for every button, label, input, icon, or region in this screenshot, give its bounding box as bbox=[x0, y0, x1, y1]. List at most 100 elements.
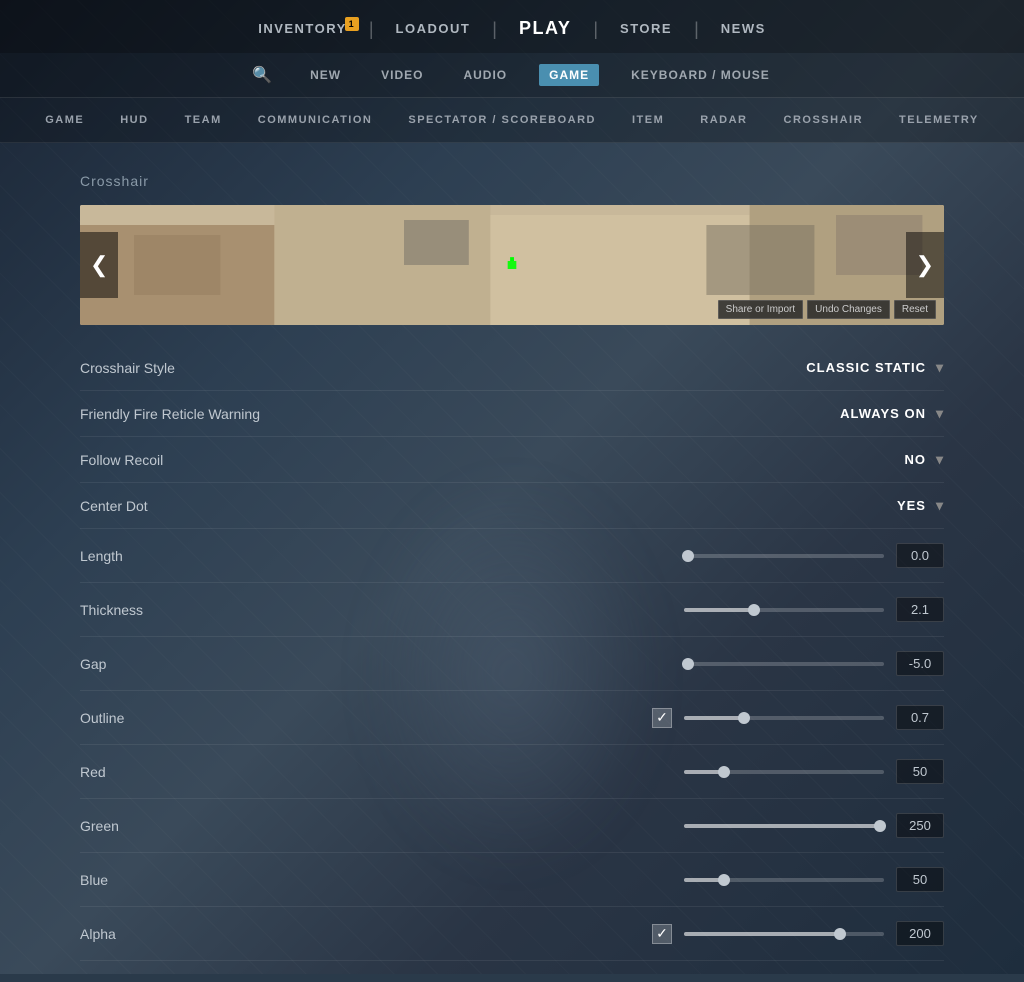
red-slider-thumb[interactable] bbox=[718, 766, 730, 778]
thickness-slider-container: 2.1 bbox=[360, 597, 944, 622]
nav-play-label: PLAY bbox=[519, 18, 571, 38]
red-slider[interactable] bbox=[684, 770, 884, 774]
alpha-slider-thumb[interactable] bbox=[834, 928, 846, 940]
undo-changes-button[interactable]: Undo Changes bbox=[807, 300, 890, 319]
share-import-button[interactable]: Share or Import bbox=[718, 300, 803, 319]
red-row: Red 50 bbox=[80, 745, 944, 799]
length-slider-thumb[interactable] bbox=[682, 550, 694, 562]
green-control: 250 bbox=[360, 813, 944, 838]
nav-play[interactable]: PLAY bbox=[497, 12, 593, 45]
category-team[interactable]: TEAM bbox=[167, 106, 240, 134]
blue-value[interactable]: 50 bbox=[896, 867, 944, 892]
outline-slider-thumb[interactable] bbox=[738, 712, 750, 724]
outline-checkbox[interactable]: ✓ bbox=[652, 708, 672, 728]
center-dot-value: YES bbox=[897, 498, 926, 513]
center-dot-dropdown[interactable]: YES ▾ bbox=[897, 497, 944, 514]
outline-value[interactable]: 0.7 bbox=[896, 705, 944, 730]
alpha-control: ✓ 200 bbox=[360, 921, 944, 946]
blue-slider[interactable] bbox=[684, 878, 884, 882]
category-item[interactable]: ITEM bbox=[614, 106, 682, 134]
category-radar[interactable]: RADAR bbox=[682, 106, 765, 134]
green-slider-container: 250 bbox=[360, 813, 944, 838]
blue-label: Blue bbox=[80, 872, 360, 888]
length-control: 0.0 bbox=[360, 543, 944, 568]
alpha-slider-fill bbox=[684, 932, 840, 936]
outline-control: ✓ 0.7 bbox=[360, 705, 944, 730]
thickness-slider-thumb[interactable] bbox=[748, 604, 760, 616]
chevron-down-icon: ▾ bbox=[936, 359, 944, 376]
friendly-fire-label: Friendly Fire Reticle Warning bbox=[80, 406, 360, 422]
alpha-row: Alpha ✓ 200 bbox=[80, 907, 944, 961]
nav-inventory[interactable]: INVENTORY 1 bbox=[236, 15, 369, 42]
category-telemetry[interactable]: TELEMETRY bbox=[881, 106, 997, 134]
gap-slider-thumb[interactable] bbox=[682, 658, 694, 670]
gap-slider[interactable] bbox=[684, 662, 884, 666]
center-dot-control: YES ▾ bbox=[360, 497, 944, 514]
search-button[interactable]: 🔍 bbox=[246, 63, 278, 87]
nav-store-label: STORE bbox=[620, 21, 672, 36]
tab-keyboard-mouse[interactable]: KEYBOARD / MOUSE bbox=[623, 64, 778, 86]
category-game[interactable]: GAME bbox=[27, 106, 102, 134]
thickness-control: 2.1 bbox=[360, 597, 944, 622]
alpha-label: Alpha bbox=[80, 926, 360, 942]
center-dot-label: Center Dot bbox=[80, 498, 360, 514]
red-value[interactable]: 50 bbox=[896, 759, 944, 784]
red-label: Red bbox=[80, 764, 360, 780]
blue-slider-container: 50 bbox=[360, 867, 944, 892]
length-slider[interactable] bbox=[684, 554, 884, 558]
thickness-slider[interactable] bbox=[684, 608, 884, 612]
settings-tabs: 🔍 NEW VIDEO AUDIO GAME KEYBOARD / MOUSE bbox=[0, 53, 1024, 98]
alpha-checkbox-container: ✓ 200 bbox=[360, 921, 944, 946]
thickness-value[interactable]: 2.1 bbox=[896, 597, 944, 622]
category-hud[interactable]: HUD bbox=[102, 106, 166, 134]
category-spectator-scoreboard[interactable]: SPECTATOR / SCOREBOARD bbox=[390, 106, 614, 134]
alpha-checkbox[interactable]: ✓ bbox=[652, 924, 672, 944]
reset-button[interactable]: Reset bbox=[894, 300, 936, 319]
nav-inventory-badge: 1 bbox=[345, 17, 359, 31]
gap-value[interactable]: -5.0 bbox=[896, 651, 944, 676]
crosshair-style-row: Crosshair Style CLASSIC STATIC ▾ bbox=[80, 345, 944, 391]
gap-label: Gap bbox=[80, 656, 360, 672]
crosshair-preview: ❮ ❯ Share or Import Undo Changes Reset bbox=[80, 205, 944, 325]
check-icon: ✓ bbox=[656, 925, 668, 942]
nav-news[interactable]: NEWS bbox=[699, 15, 788, 42]
tab-game[interactable]: GAME bbox=[539, 64, 599, 86]
green-slider[interactable] bbox=[684, 824, 884, 828]
length-row: Length 0.0 bbox=[80, 529, 944, 583]
crosshair-style-value: CLASSIC STATIC bbox=[806, 360, 926, 375]
check-icon: ✓ bbox=[656, 709, 668, 726]
alpha-value[interactable]: 200 bbox=[896, 921, 944, 946]
green-slider-thumb[interactable] bbox=[874, 820, 886, 832]
crosshair-style-dropdown[interactable]: CLASSIC STATIC ▾ bbox=[806, 359, 944, 376]
outline-checkbox-container: ✓ 0.7 bbox=[360, 705, 944, 730]
length-value[interactable]: 0.0 bbox=[896, 543, 944, 568]
nav-loadout[interactable]: LOADOUT bbox=[374, 15, 493, 42]
next-icon: ❯ bbox=[916, 252, 934, 277]
category-crosshair[interactable]: CROSSHAIR bbox=[766, 106, 882, 134]
tab-video[interactable]: VIDEO bbox=[373, 64, 431, 86]
follow-recoil-row: Follow Recoil NO ▾ bbox=[80, 437, 944, 483]
top-nav: INVENTORY 1 | LOADOUT | PLAY | STORE | N… bbox=[0, 0, 1024, 53]
follow-recoil-dropdown[interactable]: NO ▾ bbox=[904, 451, 944, 468]
outline-label: Outline bbox=[80, 710, 360, 726]
green-value[interactable]: 250 bbox=[896, 813, 944, 838]
tab-new[interactable]: NEW bbox=[302, 64, 349, 86]
length-slider-container: 0.0 bbox=[360, 543, 944, 568]
alpha-slider[interactable] bbox=[684, 932, 884, 936]
friendly-fire-dropdown[interactable]: ALWAYS ON ▾ bbox=[840, 405, 944, 422]
category-communication[interactable]: COMMUNICATION bbox=[240, 106, 391, 134]
preview-prev-button[interactable]: ❮ bbox=[80, 232, 118, 298]
blue-control: 50 bbox=[360, 867, 944, 892]
follow-recoil-value: NO bbox=[904, 452, 926, 467]
nav-news-label: NEWS bbox=[721, 21, 766, 36]
preview-next-button[interactable]: ❯ bbox=[906, 232, 944, 298]
thickness-slider-fill bbox=[684, 608, 754, 612]
outline-slider[interactable] bbox=[684, 716, 884, 720]
prev-icon: ❮ bbox=[90, 252, 108, 277]
nav-store[interactable]: STORE bbox=[598, 15, 694, 42]
blue-slider-thumb[interactable] bbox=[718, 874, 730, 886]
nav-inventory-label: INVENTORY bbox=[258, 21, 347, 36]
follow-recoil-label: Follow Recoil bbox=[80, 452, 360, 468]
crosshair-style-control: CLASSIC STATIC ▾ bbox=[360, 359, 944, 376]
tab-audio[interactable]: AUDIO bbox=[455, 64, 515, 86]
